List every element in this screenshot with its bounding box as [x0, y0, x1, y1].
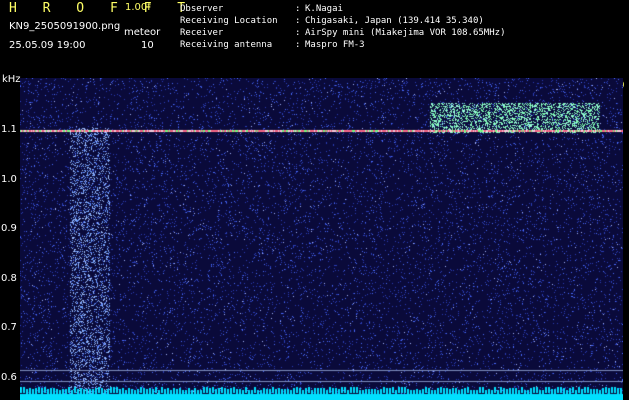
y-tick-label: 0.8 — [1, 273, 17, 284]
mode-label: meteor — [124, 27, 161, 38]
y-tick-label: 1.0 — [1, 174, 17, 185]
info-value: K.Nagai — [305, 4, 343, 14]
info-value: Maspro FM-3 — [305, 40, 365, 50]
info-row-receiver: Receiver: AirSpy mini (Miakejima VOR 108.… — [180, 28, 506, 38]
header-panel: H R O F F T 1.00f KN9_2505091900.png met… — [0, 0, 629, 76]
y-tick-label: 0.9 — [1, 223, 17, 234]
info-row-antenna: Receiving antenna: Maspro FM-3 — [180, 40, 365, 50]
info-value: AirSpy mini (Miakejima VOR 108.65MHz) — [305, 28, 506, 38]
info-row-location: Receiving Location: Chigasaki, Japan (139… — [180, 16, 484, 26]
info-value: Chigasaki, Japan (139.414 35.340) — [305, 16, 484, 26]
info-label: Receiving Location — [180, 16, 278, 26]
y-tick-label: 1.1 — [1, 124, 17, 135]
info-label: Receiving antenna — [180, 40, 273, 50]
count-label: 10 — [141, 40, 154, 51]
app-title: H R O F F T — [9, 1, 195, 16]
info-label: Receiver — [180, 28, 224, 38]
datetime-label: 25.05.09 19:00 — [9, 40, 86, 51]
info-label: Observer — [180, 4, 224, 14]
y-axis-unit: kHz — [2, 74, 21, 85]
y-tick-label: 0.7 — [1, 322, 17, 333]
spectrogram-plot — [20, 78, 623, 400]
observation-info: Observer: K.Nagai Receiving Location: Chig… — [180, 3, 505, 51]
info-row-observer: Observer: K.Nagai — [180, 4, 343, 14]
y-tick-label: 0.6 — [1, 372, 17, 383]
filename-label: KN9_2505091900.png — [9, 21, 121, 32]
version-label: 1.00f — [125, 2, 151, 13]
